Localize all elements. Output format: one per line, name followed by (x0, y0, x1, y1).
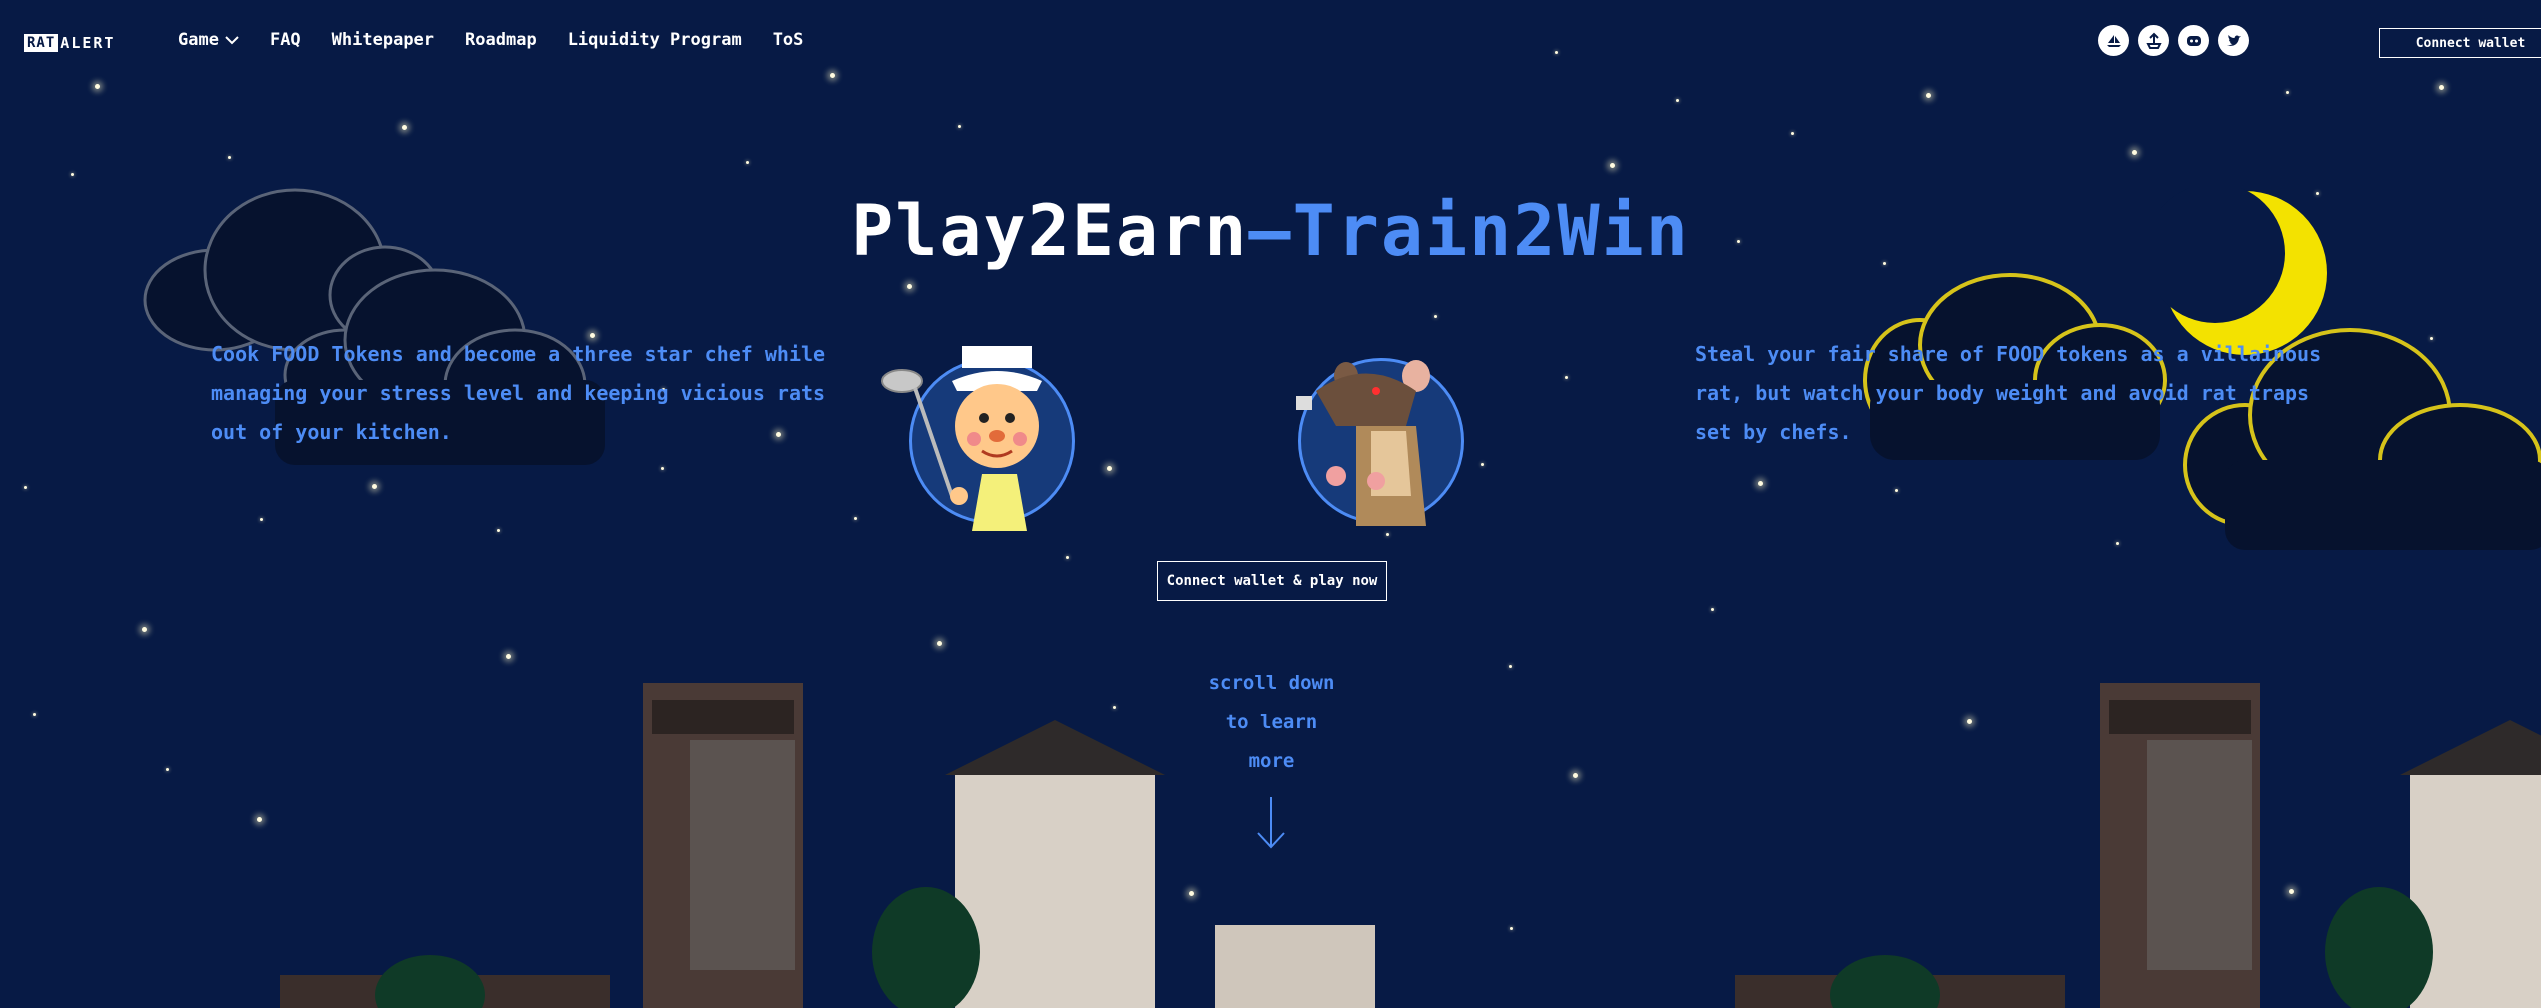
star (497, 529, 500, 532)
rat-character-icon (1296, 360, 1430, 526)
scroll-down-hint[interactable]: scroll down to learn more (1170, 664, 1373, 781)
nav-item-label: ToS (772, 30, 804, 50)
nav-item-game[interactable]: Game (178, 30, 239, 50)
arrow-down-icon[interactable] (1255, 795, 1287, 851)
nav-item-label: Game (178, 30, 219, 50)
star (142, 627, 147, 632)
star (1555, 51, 1558, 54)
main-nav: Game FAQ Whitepaper Roadmap Liquidity Pr… (178, 30, 803, 50)
star (1758, 481, 1763, 486)
hero-title-train2win: Train2Win (1292, 190, 1690, 272)
tree (872, 887, 980, 1008)
star (506, 654, 511, 659)
star (1434, 315, 1437, 318)
star (746, 161, 749, 164)
connect-wallet-button[interactable]: Connect wallet (2379, 28, 2541, 58)
star (1509, 665, 1512, 668)
nav-item-roadmap[interactable]: Roadmap (465, 30, 537, 50)
star (1967, 719, 1972, 724)
star (2289, 889, 2294, 894)
nav-item-label: FAQ (269, 30, 301, 50)
star (260, 518, 263, 521)
opensea-icon (2106, 34, 2121, 47)
star (1791, 132, 1794, 135)
star (1565, 376, 1568, 379)
star (166, 768, 169, 771)
discord-link[interactable] (2178, 25, 2209, 56)
star (958, 125, 961, 128)
star (937, 641, 942, 646)
star (71, 173, 74, 176)
star (257, 817, 262, 822)
chef-avatar (881, 346, 1075, 531)
rat-avatar (1296, 358, 1464, 526)
star (1189, 891, 1194, 896)
scroll-hint-line: more (1248, 750, 1295, 772)
logo-box-text: RAT (24, 34, 59, 52)
star (854, 517, 857, 520)
star (2439, 85, 2444, 90)
rat-description: Steal your fair share of FOOD tokens as … (1695, 342, 2322, 444)
twitter-icon (2226, 34, 2241, 46)
tree (1830, 955, 1940, 1008)
tree (375, 955, 485, 1008)
star (1510, 927, 1513, 930)
star (1573, 773, 1578, 778)
social-links (2098, 25, 2249, 56)
star (33, 713, 36, 716)
building-roof (945, 720, 1165, 775)
star (1481, 463, 1484, 466)
star (95, 84, 100, 89)
opensea-link[interactable] (2098, 25, 2129, 56)
tree (2325, 887, 2433, 1008)
nav-item-label: Roadmap (465, 30, 537, 50)
hero-title: Play2Earn—Train2Win (0, 190, 2541, 272)
ship-icon (2145, 32, 2162, 49)
star (661, 467, 664, 470)
building-roof (2400, 720, 2541, 775)
building (955, 770, 1155, 1008)
star (1107, 466, 1112, 471)
star (402, 125, 407, 130)
discord-icon (2186, 35, 2201, 46)
star (907, 284, 912, 289)
star (1066, 556, 1069, 559)
nav-item-label: Liquidity Program (567, 30, 742, 50)
star (1676, 99, 1679, 102)
nav-item-tos[interactable]: ToS (773, 30, 804, 50)
twitter-link[interactable] (2218, 25, 2249, 56)
star (2286, 91, 2289, 94)
scroll-hint-line: to learn (1225, 711, 1318, 733)
star (372, 484, 377, 489)
chef-character-icon (881, 346, 1042, 531)
building (1215, 925, 1375, 1008)
star (2132, 150, 2137, 155)
site-logo[interactable]: RAT ALERT (24, 34, 115, 52)
nav-item-whitepaper[interactable]: Whitepaper (332, 30, 434, 50)
star (1113, 706, 1116, 709)
hero-title-dash: — (1248, 190, 1293, 272)
nav-item-label: Whitepaper (331, 30, 435, 50)
nav-item-faq[interactable]: FAQ (270, 30, 301, 50)
star (830, 73, 835, 78)
building-window-row (652, 700, 794, 734)
building-shutters (690, 740, 795, 970)
star (24, 486, 27, 489)
ship-link[interactable] (2138, 25, 2169, 56)
logo-text: ALERT (60, 34, 116, 52)
star (1711, 608, 1714, 611)
building-shutters (2147, 740, 2252, 970)
star (1610, 163, 1615, 168)
star (228, 156, 231, 159)
nav-item-liquidity-program[interactable]: Liquidity Program (568, 30, 742, 50)
scroll-hint-line: scroll down (1208, 672, 1335, 694)
night-sky-background (0, 0, 2541, 1008)
building-window-row (2109, 700, 2251, 734)
hero-title-play2earn: Play2Earn (851, 190, 1249, 272)
star (1926, 93, 1931, 98)
connect-and-play-button[interactable]: Connect wallet & play now (1157, 561, 1387, 601)
chevron-down-icon (225, 36, 239, 45)
chef-description: Cook FOOD Tokens and become a three star… (211, 342, 826, 444)
